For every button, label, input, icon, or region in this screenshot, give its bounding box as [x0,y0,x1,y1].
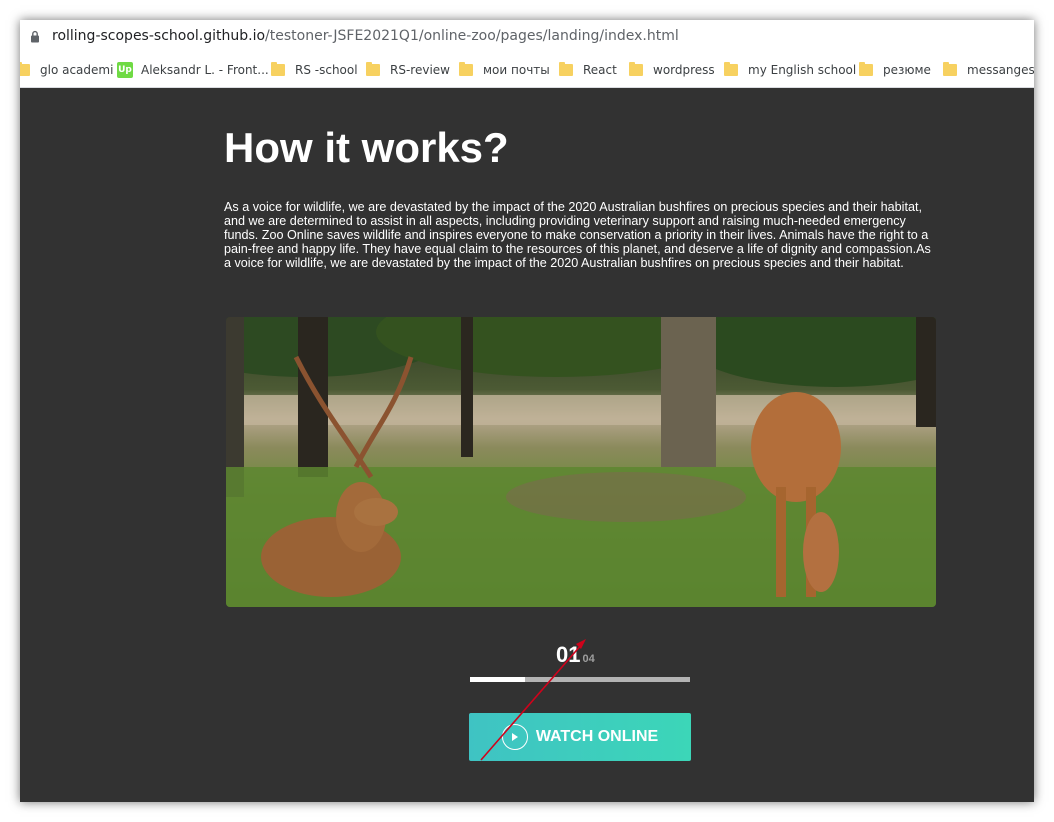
slider-progress-fill [470,677,525,682]
bookmark-messanges[interactable]: messanges [943,61,1034,79]
bookmark-label: glo academi [40,63,114,77]
folder-icon [943,62,957,76]
folder-icon [366,62,380,76]
folder-icon [724,62,738,76]
section-title: How it works? [224,124,509,171]
bookmark-label: Aleksandr L. - Front... [141,63,269,77]
folder-icon [629,62,643,76]
bookmark-label: резюме [883,63,931,77]
bookmark-label: wordpress [653,63,715,77]
bookmark-glo-academi[interactable]: glo academi [20,61,113,79]
bookmark-label: RS-review [390,63,450,77]
bookmarks-bar: glo academi Up Aleksandr L. - Front... RS… [20,53,1034,88]
folder-icon [459,62,473,76]
slide-current: 01 [556,642,581,667]
deer-photo [226,317,936,607]
lock-icon [31,30,39,43]
slider-counter: 01 04 [556,642,595,668]
folder-icon [859,62,873,76]
bookmark-english-school[interactable]: my English school [724,61,856,79]
url-host: rolling-scopes-school.github.io [52,28,266,44]
folder-icon [559,62,573,76]
bookmark-label: messanges [967,63,1034,77]
bookmark-rs-school[interactable]: RS -school [271,61,358,79]
url-path: /testoner-JSFE2021Q1/online-zoo/pages/la… [265,28,679,44]
upwork-icon: Up [117,62,133,78]
bookmark-label: my English school [748,63,857,77]
bookmark-label: RS -school [295,63,358,77]
slide-total: 04 [582,653,595,665]
section-description: As a voice for wildlife, we are devastat… [224,200,931,270]
folder-icon [271,62,285,76]
bookmark-rs-review[interactable]: RS-review [366,61,450,79]
bookmark-mail[interactable]: мои почты [459,61,550,79]
folder-icon [20,62,30,76]
bookmark-aleksandr[interactable]: Up Aleksandr L. - Front... [117,61,269,79]
watch-online-button[interactable]: WATCH ONLINE [469,713,691,761]
slider-progress-bar[interactable] [470,677,690,682]
bookmark-label: мои почты [483,63,550,77]
bookmark-react[interactable]: React [559,61,617,79]
bookmark-wordpress[interactable]: wordpress [629,61,715,79]
watch-online-label: WATCH ONLINE [535,728,659,745]
address-bar[interactable]: rolling-scopes-school.github.io/testoner… [20,20,1034,53]
browser-window: rolling-scopes-school.github.io/testoner… [20,20,1034,802]
bookmark-label: React [583,63,617,77]
bookmark-resume[interactable]: резюме [859,61,931,79]
play-icon [501,724,528,750]
url-text[interactable]: rolling-scopes-school.github.io/testoner… [52,28,679,44]
page-content: How it works? As a voice for wildlife, w… [20,88,1034,802]
